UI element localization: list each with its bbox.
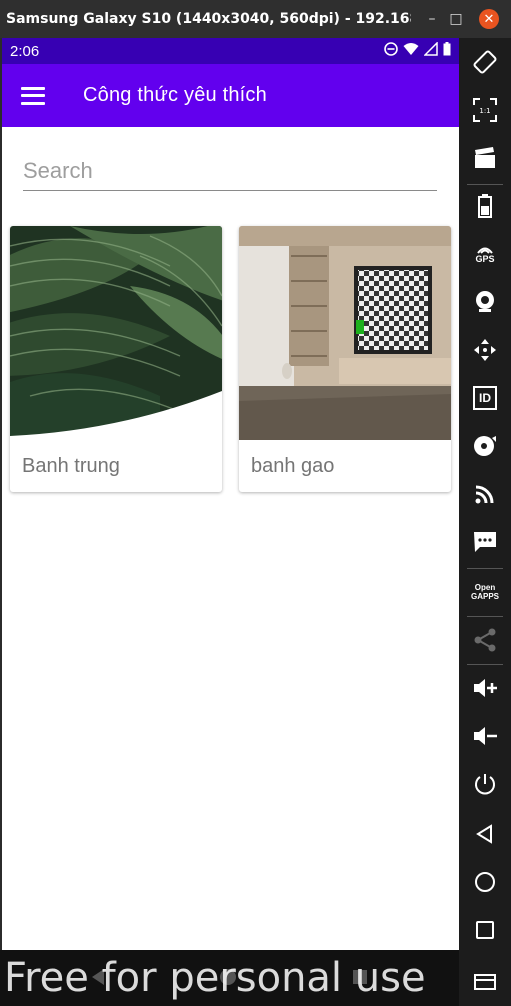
recipe-name: Banh trung — [22, 455, 120, 477]
emulator-sidebar: 1:1 GPS ID Open GAPPS — [459, 38, 511, 1006]
do-not-disturb-icon — [384, 42, 398, 56]
recipe-image-living-room — [239, 226, 451, 440]
gps-label: GPS — [475, 254, 495, 264]
home-icon[interactable] — [459, 862, 511, 902]
svg-text:1:1: 1:1 — [479, 107, 490, 115]
page-title: Công thức yêu thích — [83, 84, 267, 106]
wifi-icon — [403, 43, 419, 55]
opengapps-icon[interactable]: Open GAPPS — [459, 572, 511, 612]
network-icon[interactable] — [459, 474, 511, 514]
status-bar: 2:06 — [2, 38, 459, 64]
back-icon[interactable] — [459, 814, 511, 854]
opengapps-label: Open GAPPS — [470, 583, 499, 601]
disk-icon[interactable] — [459, 426, 511, 466]
device-screen: 2:06 Công thức yêu thích Search Banh tru… — [2, 38, 459, 1006]
status-time: 2:06 — [10, 42, 40, 60]
watermark-text: Free for personal use — [4, 955, 426, 1001]
share-icon[interactable] — [459, 620, 511, 660]
close-button[interactable]: ✕ — [479, 9, 499, 29]
window-title: Samsung Galaxy S10 (1440x3040, 560dpi) -… — [6, 11, 411, 27]
volume-down-icon[interactable] — [459, 716, 511, 756]
battery-icon[interactable] — [459, 186, 511, 226]
recent-apps-icon[interactable] — [459, 910, 511, 950]
battery-status-icon — [443, 42, 451, 56]
gps-icon[interactable]: GPS — [459, 234, 511, 274]
volume-up-icon[interactable] — [459, 668, 511, 708]
dpad-icon[interactable] — [459, 330, 511, 370]
camera-icon[interactable] — [459, 282, 511, 322]
minimize-button[interactable]: – — [422, 9, 442, 29]
identifier-icon[interactable]: ID — [459, 378, 511, 418]
search-field — [23, 153, 437, 191]
window-titlebar: Samsung Galaxy S10 (1440x3040, 560dpi) -… — [0, 0, 511, 38]
screencast-icon[interactable] — [459, 138, 511, 178]
signal-icon — [424, 42, 438, 56]
recipe-card[interactable]: Banh trung — [10, 226, 222, 492]
hamburger-menu-icon[interactable] — [21, 86, 45, 105]
menu-icon[interactable] — [459, 962, 511, 1002]
recipe-name: banh gao — [251, 455, 335, 477]
fullscreen-icon[interactable]: 1:1 — [459, 90, 511, 130]
rotate-icon[interactable] — [459, 42, 511, 82]
recipe-image-leaves — [10, 226, 222, 440]
recipe-card[interactable]: banh gao — [239, 226, 451, 492]
power-icon[interactable] — [459, 764, 511, 804]
sms-icon[interactable] — [459, 522, 511, 562]
app-bar: Công thức yêu thích — [2, 64, 459, 127]
id-label: ID — [479, 391, 491, 405]
maximize-button[interactable]: □ — [446, 9, 466, 29]
search-input[interactable] — [23, 153, 437, 189]
status-icons — [384, 42, 451, 56]
